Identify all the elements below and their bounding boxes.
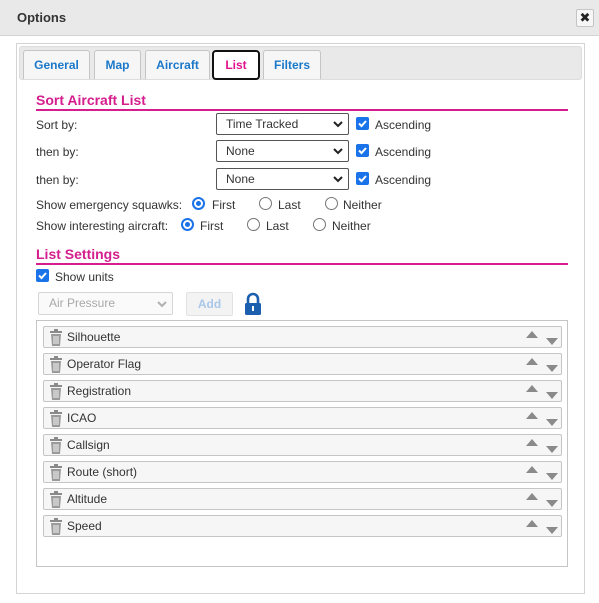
emergency-squawks-label: Show emergency squawks: xyxy=(36,198,183,212)
column-row-label: Speed xyxy=(67,519,102,533)
column-row[interactable]: Registration xyxy=(43,380,562,402)
interesting-last-label: Last xyxy=(266,219,289,233)
interesting-first-label: First xyxy=(200,219,224,233)
emergency-first-label: First xyxy=(212,198,236,212)
column-select[interactable]: Air Pressure xyxy=(38,292,173,315)
move-down-icon[interactable] xyxy=(546,392,558,399)
move-up-icon[interactable] xyxy=(526,520,538,527)
then-by-label-2: then by: xyxy=(36,173,79,187)
column-select-value: Air Pressure xyxy=(49,296,116,310)
trash-icon[interactable] xyxy=(49,410,63,427)
move-up-icon[interactable] xyxy=(526,385,538,392)
trash-icon[interactable] xyxy=(49,383,63,400)
column-row[interactable]: Speed xyxy=(43,515,562,537)
sort-section-divider xyxy=(36,109,568,111)
sort-by-ascending-label: Ascending xyxy=(375,118,432,132)
chevron-down-icon xyxy=(333,121,343,128)
then-by-ascending-label-1: Ascending xyxy=(375,145,432,159)
emergency-last-radio[interactable] xyxy=(259,197,272,210)
move-down-icon[interactable] xyxy=(546,446,558,453)
column-row-label: Silhouette xyxy=(67,330,121,344)
checkmark-icon xyxy=(38,272,47,280)
move-up-icon[interactable] xyxy=(526,412,538,419)
emergency-last-label: Last xyxy=(278,198,301,212)
then-by-select-1[interactable]: None xyxy=(216,140,349,162)
move-down-icon[interactable] xyxy=(546,500,558,507)
show-units-label: Show units xyxy=(55,270,114,284)
dialog-titlebar[interactable]: Options ✖ xyxy=(0,0,599,36)
tab-map[interactable]: Map xyxy=(94,50,141,79)
trash-icon[interactable] xyxy=(49,518,63,535)
sort-by-ascending-checkbox[interactable] xyxy=(356,117,369,130)
column-row-label: Route (short) xyxy=(67,465,138,479)
move-up-icon[interactable] xyxy=(526,358,538,365)
checkmark-icon xyxy=(358,175,367,183)
move-down-icon[interactable] xyxy=(546,365,558,372)
chevron-down-icon xyxy=(157,301,167,308)
lock-icon[interactable] xyxy=(243,292,263,316)
column-row-label: Callsign xyxy=(67,438,110,452)
then-by-label-1: then by: xyxy=(36,145,79,159)
move-up-icon[interactable] xyxy=(526,466,538,473)
interesting-neither-radio[interactable] xyxy=(313,218,326,231)
dialog-title: Options xyxy=(17,10,67,25)
move-down-icon[interactable] xyxy=(546,527,558,534)
trash-icon[interactable] xyxy=(49,491,63,508)
move-down-icon[interactable] xyxy=(546,473,558,480)
emergency-first-radio[interactable] xyxy=(192,197,205,210)
sort-by-value: Time Tracked xyxy=(226,117,299,131)
tab-filters[interactable]: Filters xyxy=(263,50,321,79)
column-row-label: Registration xyxy=(67,384,132,398)
list-settings-divider xyxy=(36,263,568,265)
column-row-label: Altitude xyxy=(67,492,108,506)
then-by-value-1: None xyxy=(226,144,255,158)
interesting-last-radio[interactable] xyxy=(247,218,260,231)
list-settings-title: List Settings xyxy=(36,246,121,262)
column-row-label: ICAO xyxy=(67,411,97,425)
then-by-ascending-checkbox-1[interactable] xyxy=(356,144,369,157)
show-units-checkbox[interactable] xyxy=(36,269,49,282)
tab-general[interactable]: General xyxy=(23,50,90,79)
then-by-value-2: None xyxy=(226,172,255,186)
column-row[interactable]: ICAO xyxy=(43,407,562,429)
move-up-icon[interactable] xyxy=(526,439,538,446)
column-row-label: Operator Flag xyxy=(67,357,142,371)
move-up-icon[interactable] xyxy=(526,331,538,338)
checkmark-icon xyxy=(358,147,367,155)
column-row[interactable]: Callsign xyxy=(43,434,562,456)
column-row[interactable]: Altitude xyxy=(43,488,562,510)
emergency-neither-label: Neither xyxy=(343,198,382,212)
close-icon[interactable]: ✖ xyxy=(576,9,594,27)
sort-section-title: Sort Aircraft List xyxy=(36,92,146,108)
column-row[interactable]: Silhouette xyxy=(43,326,562,348)
add-column-button[interactable]: Add xyxy=(186,292,233,316)
then-by-ascending-checkbox-2[interactable] xyxy=(356,172,369,185)
column-row[interactable]: Route (short) xyxy=(43,461,562,483)
interesting-neither-label: Neither xyxy=(332,219,371,233)
move-down-icon[interactable] xyxy=(546,338,558,345)
interesting-aircraft-label: Show interesting aircraft: xyxy=(36,219,169,233)
then-by-ascending-label-2: Ascending xyxy=(375,173,432,187)
emergency-neither-radio[interactable] xyxy=(325,197,338,210)
move-down-icon[interactable] xyxy=(546,419,558,426)
checkmark-icon xyxy=(358,120,367,128)
sort-by-label: Sort by: xyxy=(36,118,78,132)
trash-icon[interactable] xyxy=(49,464,63,481)
interesting-first-radio[interactable] xyxy=(181,218,194,231)
trash-icon[interactable] xyxy=(49,356,63,373)
sort-by-select[interactable]: Time Tracked xyxy=(216,113,349,135)
move-up-icon[interactable] xyxy=(526,493,538,500)
tab-aircraft[interactable]: Aircraft xyxy=(145,50,210,79)
tab-list[interactable]: List xyxy=(212,50,260,80)
column-row[interactable]: Operator Flag xyxy=(43,353,562,375)
then-by-select-2[interactable]: None xyxy=(216,168,349,190)
chevron-down-icon xyxy=(333,176,343,183)
chevron-down-icon xyxy=(333,148,343,155)
trash-icon[interactable] xyxy=(49,329,63,346)
trash-icon[interactable] xyxy=(49,437,63,454)
